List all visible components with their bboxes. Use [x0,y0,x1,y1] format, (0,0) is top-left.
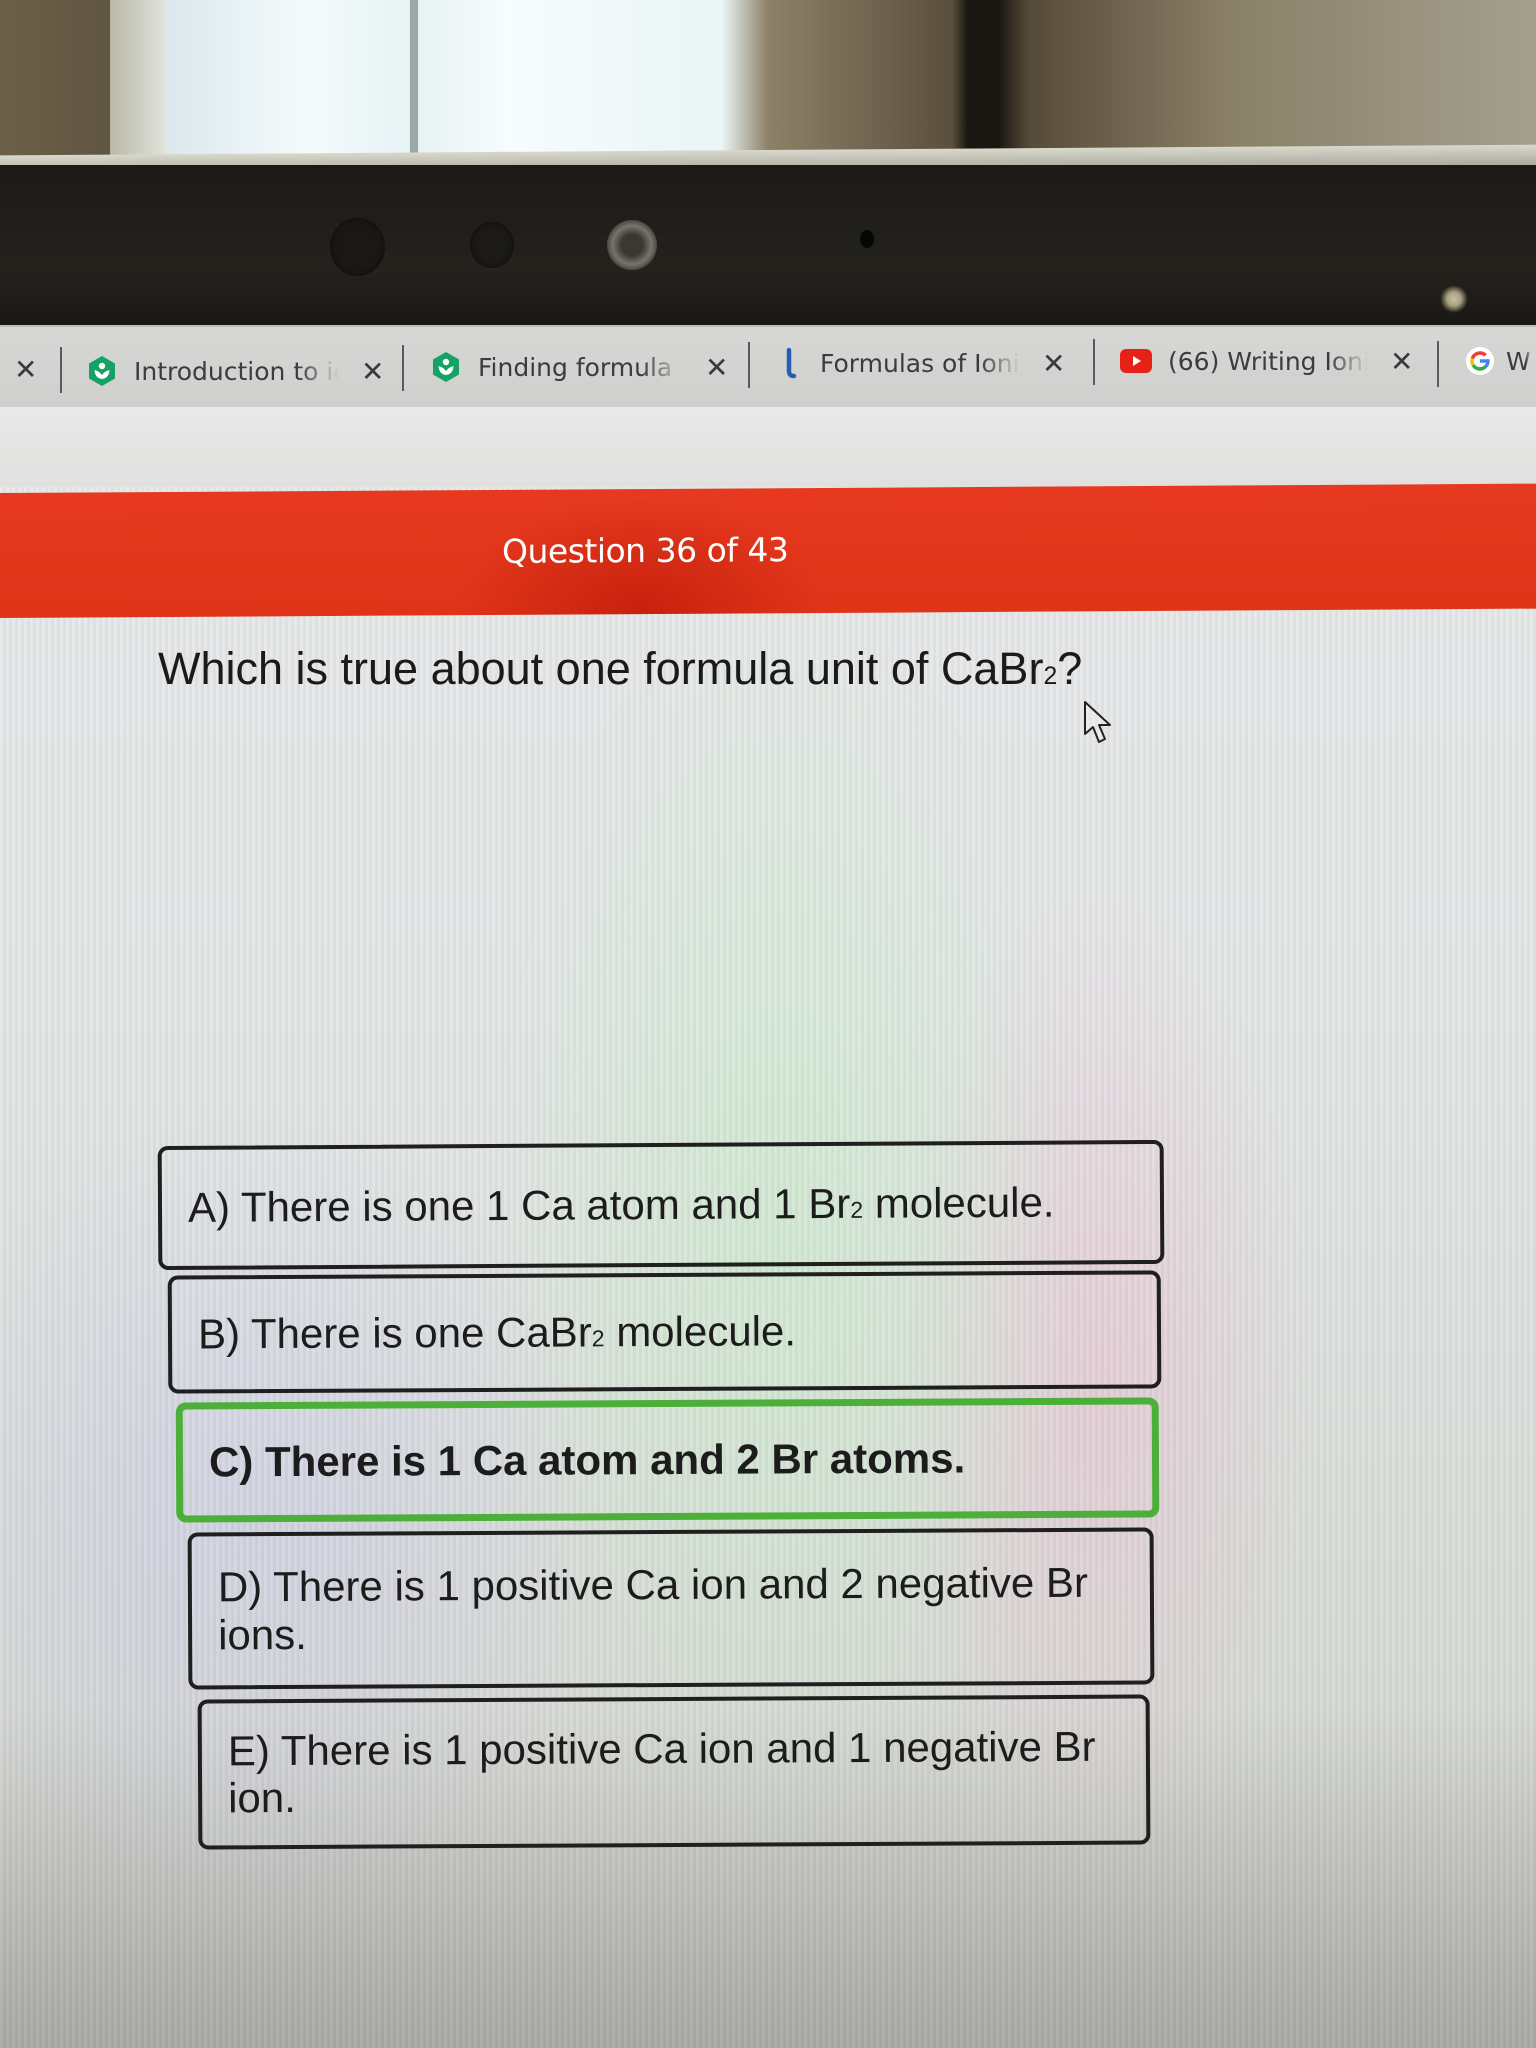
answer-subscript: 2 [591,1325,605,1352]
question-subscript: 2 [1043,662,1058,690]
tab-writing-ionic-youtube[interactable]: (66) Writing Ionic ✕ [1120,339,1413,383]
answer-option-text: E) There is 1 positive Ca ion and 1 nega… [227,1722,1096,1822]
answer-text-part: molecule. [862,1179,1055,1228]
answer-option-text: A) There is one 1 Ca atom and 1 Br2 mole… [188,1179,1055,1231]
previous-tab-close-icon[interactable]: ✕ [14,353,37,386]
answer-option-text: D) There is 1 positive Ca ion and 2 nega… [217,1559,1089,1658]
answer-text-part: molecule. [604,1307,797,1356]
tab-separator [402,345,404,391]
tab-close-icon[interactable]: ✕ [1390,345,1413,378]
tab-title: W [1506,346,1531,376]
tab-title: (66) Writing Ionic [1168,346,1368,376]
tab-title: Finding formula f [478,352,683,382]
answer-option-d[interactable]: D) There is 1 positive Ca ion and 2 nega… [187,1527,1155,1690]
tab-close-icon[interactable]: ✕ [1042,347,1065,380]
question-suffix: ? [1057,643,1083,694]
tab-separator [60,347,62,393]
tab-separator [1093,339,1095,385]
khan-academy-icon [86,355,118,387]
tab-finding-formula[interactable]: Finding formula f ✕ [430,345,728,389]
glare-spot [1440,285,1468,313]
answer-text-part: A) There is one 1 Ca atom and 1 Br [187,1180,851,1232]
bezel-sensor-icon [330,218,385,276]
tab-title: Introduction to io [134,356,339,386]
browser-tab-strip: ✕ Introduction to io ✕ Finding formula f… [0,325,1536,407]
answer-option-text: C) There is 1 Ca atom and 2 Br atoms. [208,1434,966,1486]
tab-separator [748,342,750,388]
webcam-icon [607,220,657,270]
browser-toolbar [0,407,1536,487]
blue-l-icon [780,347,800,379]
tab-title: Formulas of Ionic [820,348,1020,378]
answer-option-c-selected[interactable]: C) There is 1 Ca atom and 2 Br atoms. [175,1397,1160,1523]
youtube-icon [1120,345,1152,377]
tab-close-icon[interactable]: ✕ [361,355,384,388]
question-counter: Question 36 of 43 [502,530,789,571]
background-window-frame [110,0,166,165]
tab-introduction-to-ionic[interactable]: Introduction to io ✕ [86,349,384,393]
question-text: Which is true about one formula unit of … [158,643,1082,695]
answer-option-e[interactable]: E) There is 1 positive Ca ion and 1 nega… [197,1694,1151,1850]
webcam-indicator-icon [860,230,874,248]
background-window-mullion [410,0,418,160]
tab-google[interactable]: W [1464,339,1531,383]
khan-academy-icon [430,351,462,383]
bezel-sensor-icon [470,222,514,268]
answer-option-text: B) There is one CaBr2 molecule. [198,1308,796,1358]
tab-close-icon[interactable]: ✕ [705,351,728,384]
tab-formulas-of-ionic[interactable]: Formulas of Ionic ✕ [780,341,1065,385]
answer-subscript: 2 [850,1196,864,1223]
tab-separator [1437,341,1439,387]
quiz-header-bar: Question 36 of 43 [0,483,1536,618]
answer-option-a[interactable]: A) There is one 1 Ca atom and 1 Br2 mole… [157,1139,1165,1271]
mouse-pointer-icon [1084,701,1111,743]
laptop-screen: ✕ Introduction to io ✕ Finding formula f… [0,325,1536,2048]
question-text-main: Which is true about one formula unit of … [158,643,1044,694]
google-icon [1464,345,1496,377]
answer-option-b[interactable]: B) There is one CaBr2 molecule. [167,1270,1162,1394]
answer-text-part: B) There is one CaBr [197,1308,592,1358]
laptop-bezel [0,165,1536,340]
